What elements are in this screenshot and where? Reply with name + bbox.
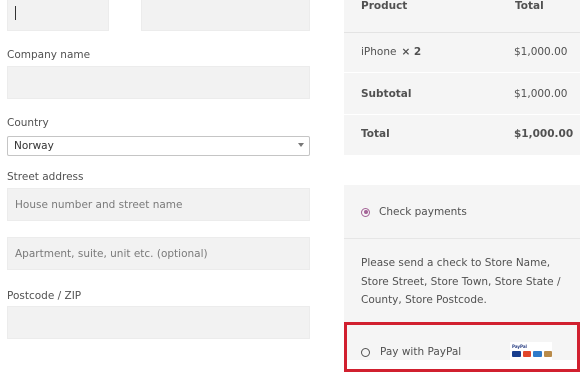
subtotal-label: Subtotal (361, 88, 412, 100)
apartment-input[interactable]: Apartment, suite, unit etc. (optional) (7, 237, 310, 270)
country-select-value: Norway (14, 140, 54, 152)
postcode-label: Postcode / ZIP (7, 290, 82, 302)
table-row-divider (344, 72, 580, 73)
paypal-option[interactable]: Pay with PayPal (361, 345, 511, 359)
mastercard-icon (522, 351, 531, 357)
company-name-input[interactable] (7, 66, 310, 99)
table-row-divider (344, 32, 580, 33)
payment-divider (344, 238, 580, 239)
street-address-label: Street address (7, 171, 84, 183)
country-label: Country (7, 117, 49, 129)
paypal-acceptance-mark: PayPal (510, 342, 552, 362)
last-name-input[interactable] (141, 0, 310, 31)
postcode-input[interactable] (7, 306, 310, 339)
table-row-divider (344, 114, 580, 115)
total-value: $1,000.00 (514, 128, 574, 140)
first-name-input[interactable] (7, 0, 109, 31)
check-payments-radio[interactable] (361, 207, 370, 217)
company-name-label: Company name (7, 49, 91, 61)
paypal-radio[interactable] (361, 347, 370, 357)
paypal-logo: PayPal (512, 344, 527, 349)
check-payments-option[interactable]: Check payments (361, 205, 561, 219)
discover-card-icon (543, 351, 552, 357)
country-select[interactable]: Norway (7, 136, 310, 156)
check-payments-label: Check payments (379, 206, 467, 218)
visa-card-icon (512, 351, 521, 357)
order-item-product: iPhone (361, 46, 397, 58)
product-header: Product (361, 0, 408, 12)
order-item-total: $1,000.00 (514, 46, 568, 58)
chevron-down-icon (298, 143, 304, 147)
paypal-label: Pay with PayPal (380, 346, 462, 358)
amex-card-icon (533, 351, 542, 357)
order-item-name: iPhone × 2 (361, 45, 421, 59)
order-item-quantity: × 2 (401, 46, 422, 58)
street-address-input[interactable]: House number and street name (7, 188, 310, 221)
total-header: Total (515, 0, 544, 12)
subtotal-value: $1,000.00 (514, 88, 568, 100)
total-label: Total (361, 128, 390, 140)
check-payments-description: Please send a check to Store Name, Store… (361, 257, 561, 306)
text-cursor (15, 5, 16, 20)
